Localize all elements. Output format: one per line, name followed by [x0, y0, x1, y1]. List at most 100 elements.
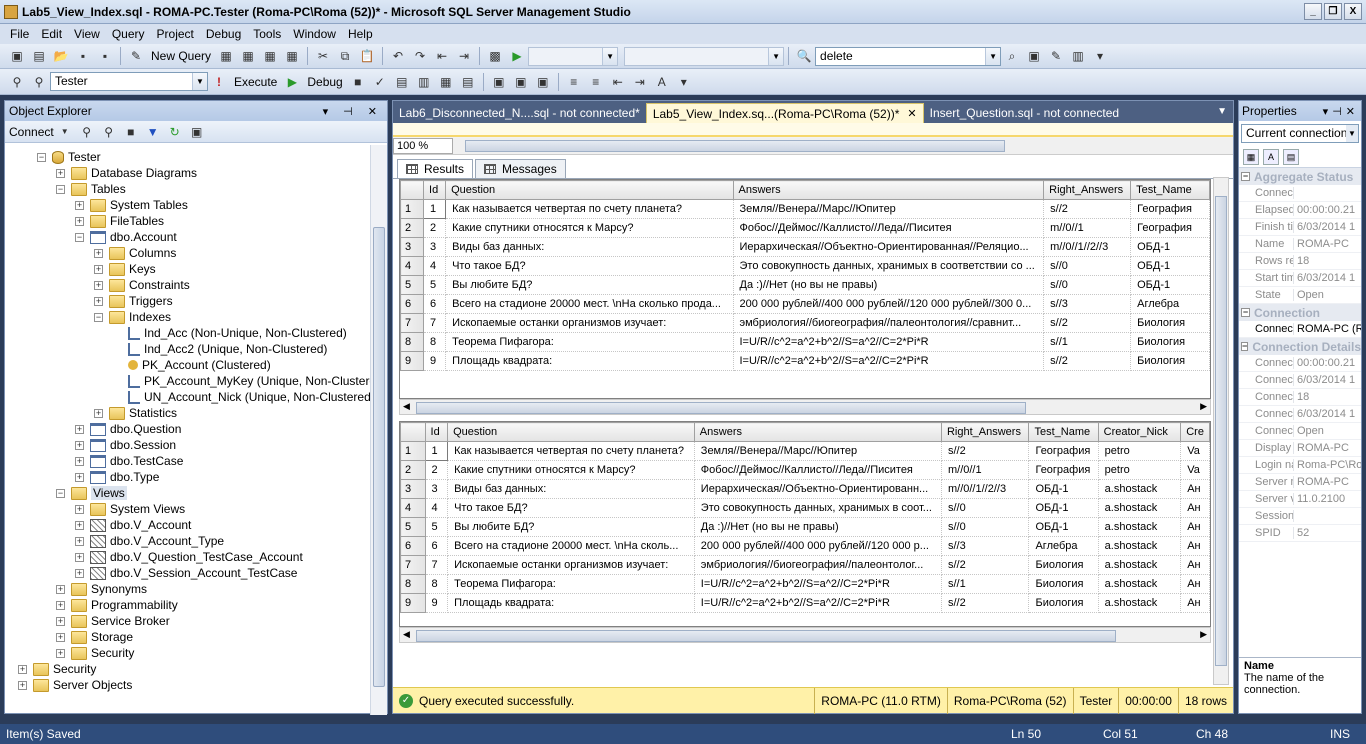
grid-cell[interactable]: Да :)//Нет (но вы не правы) — [694, 517, 942, 537]
grid-cell[interactable]: s//2 — [941, 593, 1030, 613]
grid-cell[interactable]: 5 — [423, 275, 447, 295]
find-icon[interactable]: ⌕ — [1004, 48, 1020, 64]
expand-icon[interactable]: + — [56, 632, 65, 642]
grid-cell[interactable]: a.shostack — [1098, 517, 1182, 537]
tree-node[interactable]: + Statistics — [94, 405, 177, 421]
table-row[interactable]: 9 9 Площадь квадрата: I=U/R//c^2=a^2+b^2//S… — [400, 593, 1210, 613]
grid-cell[interactable]: эмбриология//биогеография//палеонтолог..… — [694, 555, 942, 575]
column-header[interactable]: Answers — [732, 180, 1045, 200]
db-engine-query-icon[interactable]: ▦ — [218, 48, 234, 64]
toolbox-icon[interactable]: ▥ — [1070, 48, 1086, 64]
row-number[interactable]: 8 — [400, 574, 426, 594]
new-query-icon[interactable]: ✎ — [128, 48, 144, 64]
expand-icon[interactable]: + — [75, 504, 84, 514]
connect-object-icon[interactable]: ⚲ — [79, 124, 95, 140]
tree-node[interactable]: + Service Broker — [56, 613, 170, 629]
decrease-indent-icon[interactable]: ⇤ — [610, 74, 626, 90]
grid-cell[interactable]: Всего на стадионе 20000 мест. \nНа сколь… — [445, 294, 734, 314]
grid-cell[interactable]: s//0 — [941, 517, 1030, 537]
tab-results[interactable]: Results — [397, 159, 474, 178]
grid-cell[interactable]: m//0//1//2//3 — [941, 479, 1030, 499]
grid-cell[interactable]: s//0 — [1043, 256, 1132, 276]
activity-icon[interactable]: ▣ — [189, 124, 205, 140]
grid-cell[interactable]: 8 — [423, 332, 447, 352]
scroll-thumb[interactable] — [416, 402, 1026, 414]
property-row[interactable]: Connect 18 — [1239, 389, 1361, 406]
results-to-text-icon[interactable]: ▤ — [460, 74, 476, 90]
grid-cell[interactable]: 3 — [425, 479, 449, 499]
grid-cell[interactable]: Биология — [1028, 555, 1099, 575]
grid-cell[interactable]: Ан — [1180, 479, 1210, 499]
grid-cell[interactable]: Как называется четвертая по счету планет… — [445, 199, 734, 219]
column-header[interactable]: Test_Name — [1028, 422, 1099, 442]
expand-icon[interactable]: + — [75, 472, 84, 482]
save-all-icon[interactable]: ▪ — [97, 48, 113, 64]
table-row[interactable]: 6 6 Всего на стадионе 20000 мест. \nНа ско… — [400, 294, 1210, 314]
grid-cell[interactable]: Va — [1180, 460, 1210, 480]
grid-cell[interactable]: petro — [1098, 441, 1182, 461]
grid-cell[interactable]: Площадь квадрата: — [445, 351, 734, 371]
row-number[interactable]: 1 — [400, 441, 426, 461]
copy-icon[interactable]: ⧉ — [337, 48, 353, 64]
grid-cell[interactable]: Что такое БД? — [447, 498, 695, 518]
grid-cell[interactable]: 1 — [424, 441, 449, 461]
grid-cell[interactable]: 1 — [423, 199, 447, 219]
parse-icon[interactable]: ✓ — [372, 74, 388, 90]
grid-cell[interactable]: ОБД-1 — [1130, 275, 1210, 295]
table-row[interactable]: 3 3 Виды баз данных: Иерархическая//Объектн… — [400, 479, 1210, 499]
tree-node[interactable]: Ind_Acc2 (Unique, Non-Clustered) — [113, 341, 327, 357]
grid-cell[interactable]: Да :)//Нет (но вы не правы) — [733, 275, 1045, 295]
grid-cell[interactable]: Биология — [1028, 574, 1099, 594]
grid-cell[interactable]: Ископаемые останки организмов изучает: — [445, 313, 734, 333]
expand-icon[interactable]: + — [56, 648, 65, 658]
property-row[interactable]: Name ROMA-PC — [1239, 236, 1361, 253]
grid-corner[interactable] — [400, 180, 425, 200]
doc-tab-lab6[interactable]: Lab6_Disconnected_N....sql - not connect… — [393, 103, 646, 123]
query-designer-icon[interactable]: ▥ — [416, 74, 432, 90]
grid-cell[interactable]: Фобос//Деймос//Каллисто//Леда//Писитея — [733, 218, 1045, 238]
menu-project[interactable]: Project — [151, 27, 200, 41]
close-button[interactable]: X — [1344, 3, 1362, 20]
results-grid-1[interactable]: Id Question Answers Right_Answers Test_Name 1… — [399, 179, 1211, 399]
grid-cell[interactable]: a.shostack — [1098, 555, 1182, 575]
editor-hscroll[interactable] — [453, 137, 1233, 154]
open-file-icon[interactable]: 📂 — [53, 48, 69, 64]
table-row[interactable]: 6 6 Всего на стадионе 20000 мест. \nНа ско… — [400, 536, 1210, 556]
grid-cell[interactable]: a.shostack — [1098, 498, 1182, 518]
xmla-query-icon[interactable]: ▦ — [284, 48, 300, 64]
row-number[interactable]: 4 — [400, 256, 425, 276]
save-icon[interactable]: ▪ — [75, 48, 91, 64]
row-number[interactable]: 4 — [400, 498, 426, 518]
property-row[interactable]: Start tim 6/03/2014 1 — [1239, 270, 1361, 287]
collapse-icon[interactable]: − — [56, 488, 65, 498]
column-header[interactable]: Cre — [1180, 422, 1210, 442]
minimize-button[interactable]: _ — [1304, 3, 1322, 20]
disconnect-icon[interactable]: ⚲ — [31, 74, 47, 90]
collapse-icon[interactable]: − — [94, 312, 103, 322]
tree-node[interactable]: − Views — [56, 485, 127, 501]
registered-servers-icon[interactable]: ▣ — [1026, 48, 1042, 64]
execute-icon[interactable]: ! — [211, 74, 227, 90]
grid-cell[interactable]: s//3 — [1043, 294, 1132, 314]
grid-cell[interactable]: m//0//1 — [1043, 218, 1132, 238]
grid-cell[interactable]: 5 — [425, 517, 449, 537]
expand-icon[interactable]: + — [56, 168, 65, 178]
available-databases-combo[interactable]: Tester ▼ — [50, 72, 208, 91]
tree-node[interactable]: + dbo.Type — [75, 469, 159, 485]
property-category[interactable]: − Aggregate Status — [1239, 168, 1361, 185]
expand-icon[interactable]: + — [56, 584, 65, 594]
tree-node[interactable]: + dbo.Session — [75, 437, 176, 453]
column-header[interactable]: Creator_Nick — [1097, 422, 1182, 442]
grid-cell[interactable]: Это совокупность данных, хранимых в соот… — [733, 256, 1045, 276]
grid-cell[interactable]: ОБД-1 — [1130, 256, 1210, 276]
row-number[interactable]: 2 — [400, 460, 426, 480]
grid-cell[interactable]: ОБД-1 — [1028, 498, 1099, 518]
table-row[interactable]: 1 1 Как называется четвертая по счету план… — [400, 441, 1210, 461]
grid-cell[interactable]: I=U/R//c^2=a^2+b^2//S=a^2//C=2*Pi*R — [694, 574, 942, 594]
object-explorer-scrollbar[interactable] — [370, 145, 387, 715]
categorized-icon[interactable]: ▦ — [1243, 148, 1259, 165]
property-row[interactable]: Finish tir 6/03/2014 1 — [1239, 219, 1361, 236]
table-row[interactable]: 2 2 Какие спутники относятся к Марсу? Фобос… — [400, 218, 1210, 238]
grid-cell[interactable]: Иерархическая//Объектно-Ориентированная/… — [733, 237, 1045, 257]
activity-monitor-icon[interactable]: ▩ — [487, 48, 503, 64]
